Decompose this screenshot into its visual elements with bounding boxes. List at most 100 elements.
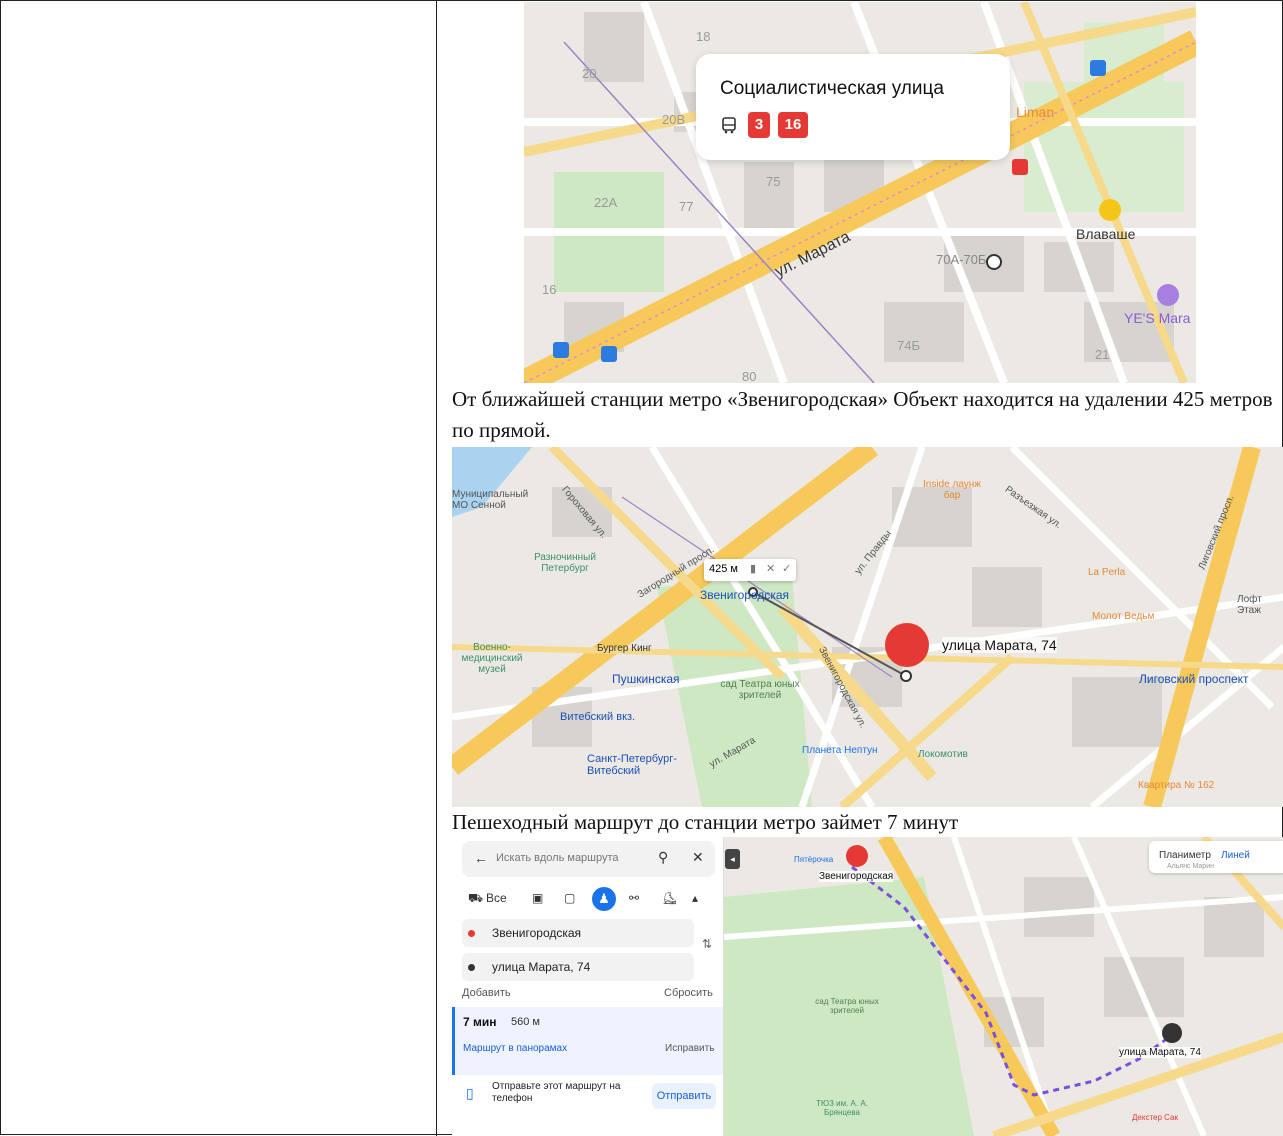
- start-pin-icon[interactable]: [846, 845, 868, 867]
- ruler-button[interactable]: Линей: [1221, 850, 1250, 861]
- close-icon[interactable]: ✕: [766, 562, 775, 575]
- bicycle-icon[interactable]: ⚯: [629, 891, 639, 905]
- map3-area[interactable]: Звенигородская улица Марата, 74 Пятёрочк…: [723, 837, 1283, 1136]
- poi-inside[interactable]: Inside лаунж бар: [917, 479, 987, 501]
- end-pin-icon[interactable]: [1162, 1023, 1182, 1043]
- poi-mo-sennoy[interactable]: Муниципальный МО Сенной: [452, 489, 528, 511]
- poi-garden[interactable]: сад Театра юных зрителей: [807, 997, 887, 1015]
- mode-all-icon[interactable]: ⛟: [468, 891, 483, 907]
- collapse-panel-icon[interactable]: ◂: [725, 849, 740, 869]
- poi-la-perla[interactable]: La Perla: [1088, 567, 1125, 578]
- phone-icon: ▯: [466, 1085, 474, 1101]
- route-badge[interactable]: 3: [748, 112, 770, 138]
- route-panel: ← Искать вдоль маршрута ⚲ ✕ ⛟ Все ▣ ▢ ♟ …: [452, 837, 724, 1136]
- map-metro-distance[interactable]: 425 м ▮ ✕ ✓ Звенигородская улица Марата,…: [452, 447, 1283, 807]
- poi-loft[interactable]: Лофт Этаж: [1237, 594, 1282, 616]
- house-number: 80: [742, 369, 757, 383]
- poi-spb-vitebsky[interactable]: Санкт-Петербург-Витебский: [587, 753, 697, 777]
- poi-vlavashe[interactable]: Влаваше: [1076, 226, 1135, 242]
- metro-label-ligovsky[interactable]: Лиговский проспект: [1139, 672, 1249, 686]
- stop-title: Социалистическая улица: [720, 78, 944, 99]
- metro-label-pushkinskaya[interactable]: Пушкинская: [612, 672, 680, 686]
- route-search[interactable]: ← Искать вдоль маршрута ⚲ ✕: [462, 841, 715, 877]
- from-value: Звенигородская: [492, 926, 582, 940]
- hotel-icon[interactable]: [1157, 284, 1179, 306]
- address-marker[interactable]: [986, 254, 1002, 270]
- poi-yes-mara[interactable]: YE'S Mara: [1124, 310, 1190, 326]
- poi-tyuz[interactable]: ТЮЗ им. А. А. Брянцева: [812, 1099, 872, 1117]
- poi-raznochinny[interactable]: Разночинный Петербург: [520, 552, 610, 574]
- trolleybus-icon: [722, 117, 736, 134]
- caption-walk: Пешеходный маршрут до станции метро займ…: [452, 810, 959, 834]
- house-number: 70А-70Б: [936, 252, 987, 267]
- target-label[interactable]: улица Марата, 74: [942, 637, 1057, 653]
- restaurant-icon: [1012, 159, 1028, 175]
- poi-molot[interactable]: Молот Ведьм: [1092, 611, 1154, 622]
- house-number: 20: [582, 66, 597, 81]
- fix-link[interactable]: Исправить: [665, 1043, 714, 1054]
- poi-museum[interactable]: Военно-медицинский музей: [452, 642, 532, 675]
- house-number: 20В: [662, 112, 686, 127]
- panorama-link[interactable]: Маршрут в панорамах: [463, 1043, 567, 1054]
- send-to-phone: ▯ Отправьте этот маршрут на телефон Отпр…: [462, 1079, 717, 1119]
- house-number: 21: [1095, 347, 1110, 362]
- map-social-street[interactable]: ул. Марата 18 20 20В 22А 75 77 16 74Б 80…: [524, 2, 1196, 383]
- metro-entrance-icon: [553, 342, 569, 358]
- send-button[interactable]: Отправить: [652, 1083, 716, 1109]
- route-from-field[interactable]: Звенигородская: [462, 919, 694, 947]
- bus-icon[interactable]: ▢: [564, 891, 575, 905]
- measure-tools: Планиметр Линей Альянс Марин: [1149, 841, 1283, 873]
- end-dot-icon: [468, 964, 475, 971]
- poi-lokomotiv[interactable]: Локомотив: [918, 749, 968, 760]
- metro-entrance-icon: [1090, 60, 1106, 76]
- poi-alfa[interactable]: Альянс Марин: [1167, 863, 1214, 870]
- poi-dexter[interactable]: Декстер Сак: [1132, 1113, 1178, 1122]
- route-option[interactable]: 7 мин 560 м Маршрут в панорамах Исправит…: [452, 1007, 723, 1075]
- start-dot-icon: [468, 930, 475, 937]
- poi-garden[interactable]: сад Театра юных зрителей: [720, 679, 800, 701]
- planimeter-button[interactable]: Планиметр: [1159, 850, 1211, 861]
- stop-popup[interactable]: Социалистическая улица 3 16: [696, 54, 1010, 160]
- search-icon[interactable]: ⚲: [658, 849, 668, 866]
- poi-pyaterochka[interactable]: Пятёрочка: [794, 855, 833, 864]
- metro-label[interactable]: Звенигородская: [819, 871, 894, 882]
- metro-label-zvenigorodskaya[interactable]: Звенигородская: [700, 588, 789, 602]
- route-time: 7 мин: [463, 1015, 497, 1029]
- map-walking-route[interactable]: ← Искать вдоль маршрута ⚲ ✕ ⛟ Все ▣ ▢ ♟ …: [452, 837, 1283, 1136]
- car-icon[interactable]: ▣: [532, 891, 543, 905]
- poi-burger[interactable]: Бургер Кинг: [597, 643, 652, 654]
- transport-modes: ⛟ Все ▣ ▢ ♟ ⚯ ⛸ ▴: [464, 887, 716, 917]
- swap-icon[interactable]: ⇅: [702, 937, 712, 951]
- back-arrow-icon[interactable]: ←: [474, 850, 488, 866]
- scooter-icon[interactable]: ⛸: [662, 891, 677, 905]
- route-badge[interactable]: 16: [778, 112, 808, 138]
- search-input[interactable]: Искать вдоль маршрута: [496, 852, 619, 864]
- to-value: улица Марата, 74: [492, 960, 591, 974]
- trash-icon[interactable]: ▮: [750, 562, 756, 575]
- ruler-label[interactable]: 425 м ▮ ✕ ✓: [704, 559, 796, 581]
- reset-link[interactable]: Сбросить: [664, 987, 713, 999]
- add-point-link[interactable]: Добавить: [462, 987, 511, 999]
- poi-kvartira[interactable]: Квартира № 162: [1138, 780, 1214, 791]
- document-table: ул. Марата 18 20 20В 22А 75 77 16 74Б 80…: [0, 0, 1283, 1136]
- mode-all-label[interactable]: Все: [486, 891, 507, 905]
- close-icon[interactable]: ✕: [692, 849, 704, 866]
- check-icon[interactable]: ✓: [782, 562, 791, 575]
- house-number: 77: [679, 199, 694, 214]
- metro-entrance-icon: [601, 346, 617, 362]
- house-number: 75: [766, 174, 781, 189]
- house-number: 18: [696, 29, 711, 44]
- house-number: 74Б: [897, 338, 920, 353]
- poi-planeta[interactable]: Планета Нептун: [802, 745, 878, 756]
- pedestrian-icon[interactable]: ♟: [592, 887, 616, 911]
- poi-vitebsky[interactable]: Витебский вкз.: [560, 711, 635, 723]
- target-label[interactable]: улица Марата, 74: [1119, 1047, 1201, 1058]
- route-distance: 560 м: [511, 1016, 540, 1028]
- route-to-field[interactable]: улица Марата, 74: [462, 953, 694, 981]
- poi-liman[interactable]: Liman: [1016, 104, 1054, 120]
- building-pin-icon[interactable]: [885, 623, 929, 667]
- right-column: ул. Марата 18 20 20В 22А 75 77 16 74Б 80…: [437, 1, 1283, 1136]
- taxi-icon[interactable]: ▴: [692, 891, 698, 905]
- caption-distance: От ближайшей станции метро «Звенигородск…: [452, 387, 1273, 442]
- music-icon[interactable]: [1099, 199, 1121, 221]
